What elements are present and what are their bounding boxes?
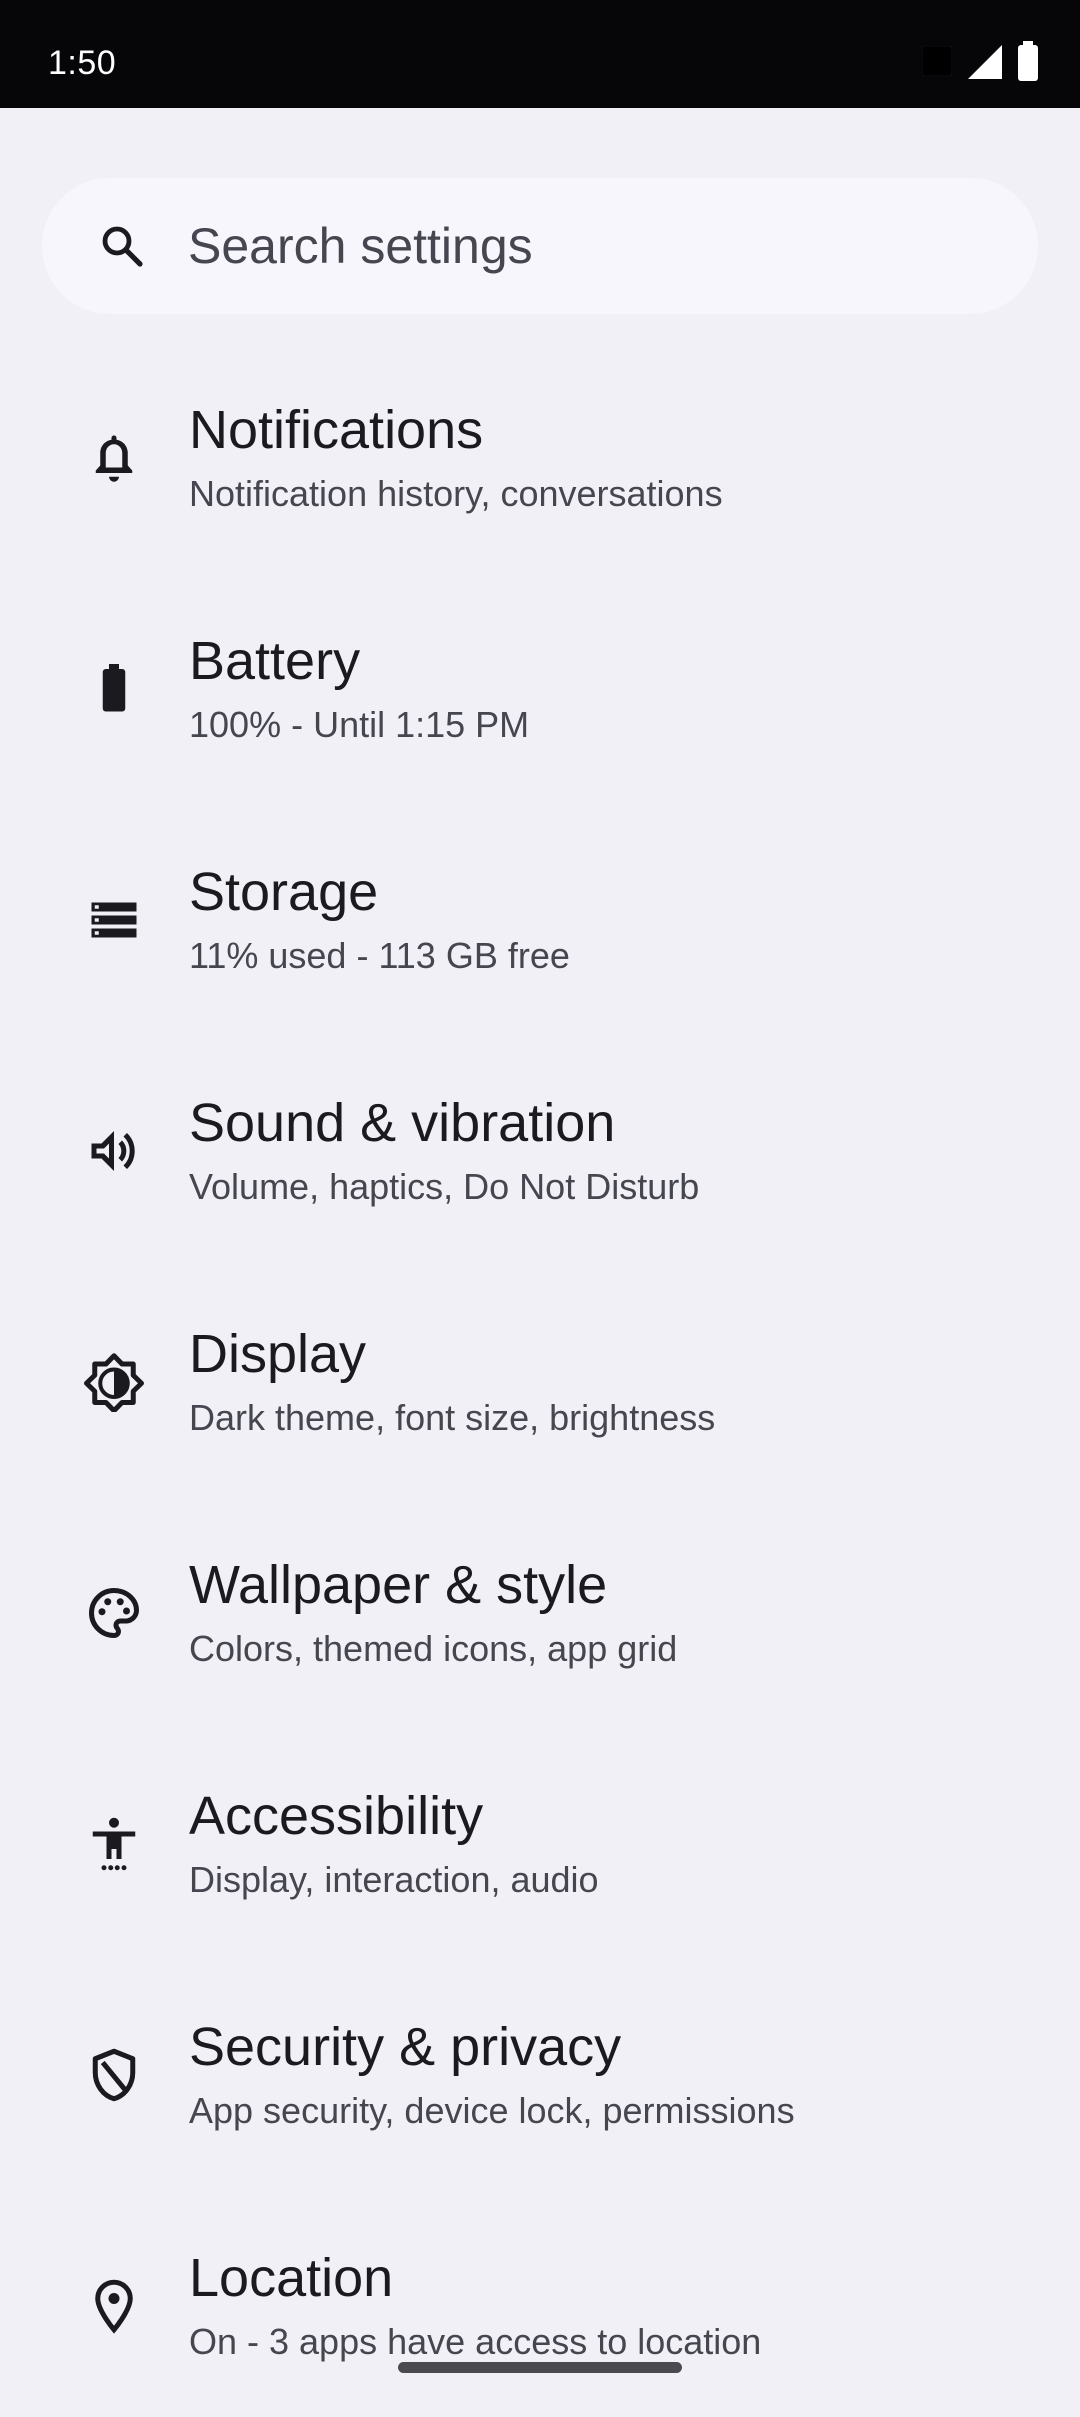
setting-subtitle: Volume, haptics, Do Not Disturb — [189, 1166, 700, 1207]
setting-title: Notifications — [189, 400, 484, 460]
setting-title: Display — [189, 1324, 367, 1384]
setting-subtitle: App security, device lock, permissions — [189, 2090, 795, 2131]
setting-notifications[interactable]: Notifications Notification history, conv… — [0, 338, 1080, 569]
setting-security[interactable]: Security & privacy App security, device … — [0, 1955, 1080, 2186]
setting-title: Location — [189, 2248, 394, 2308]
setting-title: Security & privacy — [189, 2017, 622, 2077]
search-bar[interactable]: Search settings — [42, 178, 1038, 314]
setting-subtitle: 100% - Until 1:15 PM — [189, 704, 530, 745]
setting-title: Sound & vibration — [189, 1093, 616, 1153]
setting-subtitle: On - 3 apps have access to location — [189, 2321, 762, 2362]
status-time: 1:50 — [48, 44, 117, 82]
search-icon — [98, 222, 146, 270]
setting-subtitle: Dark theme, font size, brightness — [189, 1397, 716, 1438]
shield-icon — [84, 2045, 144, 2105]
setting-location[interactable]: Location On - 3 apps have access to loca… — [0, 2186, 1080, 2417]
setting-title: Accessibility — [189, 1786, 484, 1846]
setting-title: Storage — [189, 862, 379, 922]
accessibility-icon — [84, 1814, 144, 1874]
brightness-icon — [84, 1352, 144, 1412]
storage-icon — [84, 890, 144, 950]
setting-accessibility[interactable]: Accessibility Display, interaction, audi… — [0, 1724, 1080, 1955]
status-bar: 1:50 — [0, 0, 1080, 108]
status-icons — [922, 36, 1040, 86]
battery-icon — [1016, 41, 1040, 81]
setting-subtitle: Colors, themed icons, app grid — [189, 1628, 678, 1669]
setting-title: Battery — [189, 631, 361, 691]
notification-square-icon — [922, 46, 952, 76]
setting-subtitle: Notification history, conversations — [189, 473, 723, 514]
search-placeholder: Search settings — [188, 218, 533, 274]
setting-display[interactable]: Display Dark theme, font size, brightnes… — [0, 1262, 1080, 1493]
setting-title: Wallpaper & style — [189, 1555, 608, 1615]
settings-list: Notifications Notification history, conv… — [0, 338, 1080, 2417]
speaker-icon — [84, 1121, 144, 1181]
setting-wallpaper[interactable]: Wallpaper & style Colors, themed icons, … — [0, 1493, 1080, 1724]
setting-subtitle: Display, interaction, audio — [189, 1859, 599, 1900]
bell-icon — [84, 428, 144, 488]
setting-storage[interactable]: Storage 11% used - 113 GB free — [0, 800, 1080, 1031]
palette-icon — [84, 1583, 144, 1643]
setting-battery[interactable]: Battery 100% - Until 1:15 PM — [0, 569, 1080, 800]
location-pin-icon — [84, 2276, 144, 2336]
cellular-signal-icon — [964, 41, 1004, 81]
gesture-nav-handle[interactable] — [398, 2362, 682, 2373]
battery-icon — [84, 659, 144, 719]
setting-sound[interactable]: Sound & vibration Volume, haptics, Do No… — [0, 1031, 1080, 1262]
setting-subtitle: 11% used - 113 GB free — [189, 935, 570, 976]
